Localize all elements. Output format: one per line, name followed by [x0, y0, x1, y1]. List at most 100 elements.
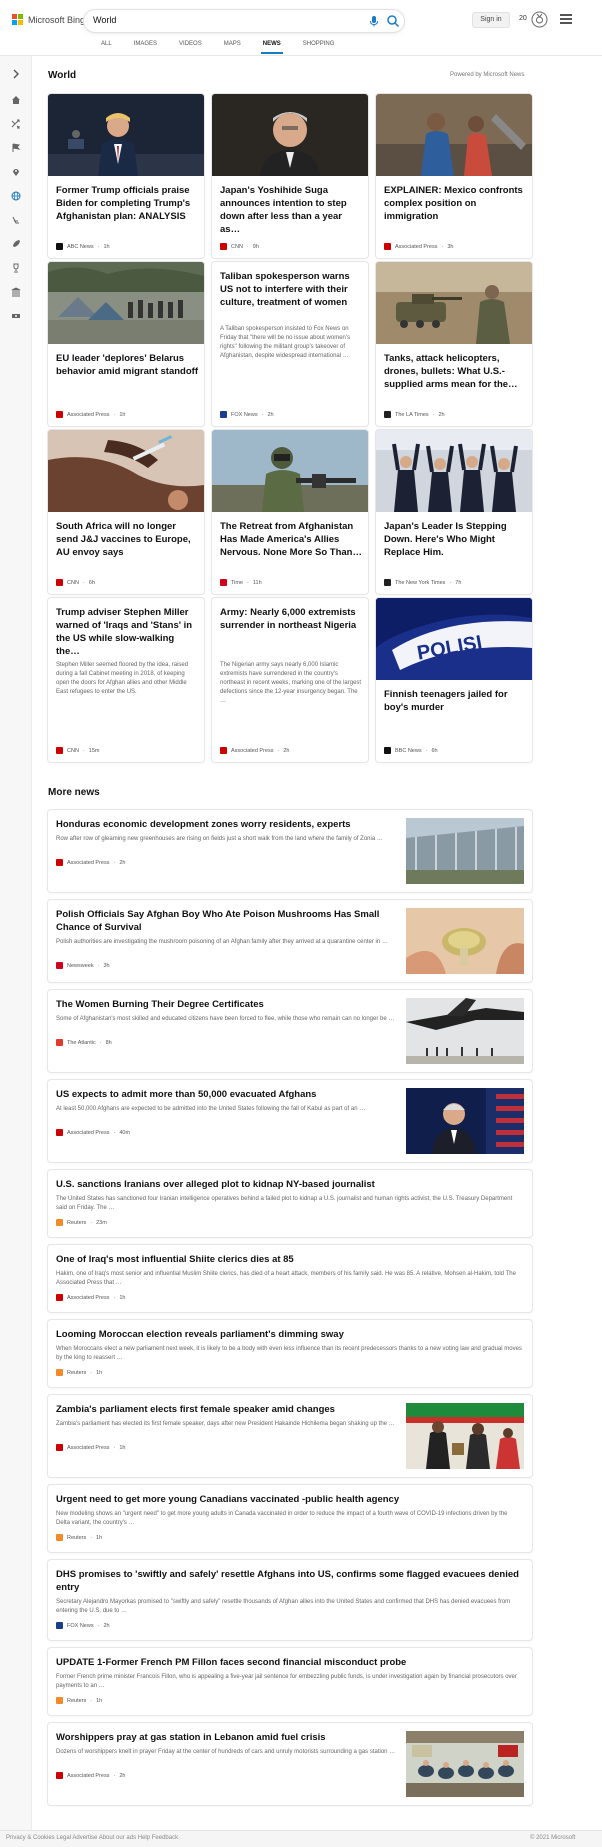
- home-icon[interactable]: [8, 92, 24, 108]
- news-card-source[interactable]: The LA Times · 2h: [384, 411, 445, 418]
- tab-all[interactable]: ALL: [90, 40, 123, 56]
- news-card-source[interactable]: Associated Press · 2h: [220, 747, 289, 754]
- news-card-title[interactable]: Tanks, attack helicopters, drones, bulle…: [384, 352, 526, 391]
- news-thumbnail[interactable]: [48, 262, 204, 344]
- news-card-title[interactable]: EU leader 'deplores' Belarus behavior am…: [56, 352, 198, 378]
- news-card-source[interactable]: Associated Press · 3h: [384, 243, 453, 250]
- money-icon[interactable]: [8, 308, 24, 324]
- news-card[interactable]: EU leader 'deplores' Belarus behavior am…: [48, 262, 204, 426]
- more-news-title-link[interactable]: Zambia's parliament elects first female …: [56, 1403, 396, 1416]
- flag-icon[interactable]: [8, 140, 24, 156]
- news-thumbnail[interactable]: [376, 262, 532, 344]
- more-news-source[interactable]: Newsweek · 3h: [56, 962, 110, 969]
- news-thumbnail[interactable]: [406, 998, 524, 1064]
- rewards-medal-icon[interactable]: [531, 11, 548, 28]
- more-news-item[interactable]: US expects to admit more than 50,000 eva…: [48, 1080, 532, 1162]
- news-thumbnail[interactable]: [406, 908, 524, 974]
- search-input[interactable]: World: [93, 15, 116, 25]
- more-news-item[interactable]: DHS promises to 'swiftly and safely' res…: [48, 1560, 532, 1640]
- globe-icon[interactable]: [8, 188, 24, 204]
- news-card[interactable]: The Retreat from Afghanistan Has Made Am…: [212, 430, 368, 594]
- news-thumbnail[interactable]: [406, 818, 524, 884]
- news-card-source[interactable]: ABC News · 1h: [56, 243, 110, 250]
- more-news-item[interactable]: One of Iraq's most influential Shiite cl…: [48, 1245, 532, 1312]
- location-icon[interactable]: [8, 164, 24, 180]
- bing-logo[interactable]: Microsoft Bing: [12, 14, 85, 25]
- shuffle-icon[interactable]: [8, 116, 24, 132]
- news-card-title[interactable]: Trump adviser Stephen Miller warned of '…: [56, 606, 198, 658]
- news-card-source[interactable]: BBC News · 6h: [384, 747, 438, 754]
- news-card-title[interactable]: Army: Nearly 6,000 extremists surrender …: [220, 606, 362, 632]
- more-news-source[interactable]: Associated Press · 40m: [56, 1129, 130, 1136]
- more-news-item[interactable]: Honduras economic development zones worr…: [48, 810, 532, 892]
- more-news-title-link[interactable]: DHS promises to 'swiftly and safely' res…: [56, 1568, 522, 1594]
- more-news-source[interactable]: The Atlantic · 8h: [56, 1039, 112, 1046]
- tab-shopping[interactable]: SHOPPING: [292, 40, 346, 56]
- more-news-title-link[interactable]: U.S. sanctions Iranians over alleged plo…: [56, 1178, 522, 1191]
- news-card[interactable]: South Africa will no longer send J&J vac…: [48, 430, 204, 594]
- news-thumbnail[interactable]: [376, 430, 532, 512]
- footer-links[interactable]: Privacy & Cookies Legal Advertise About …: [6, 1835, 178, 1841]
- news-thumbnail[interactable]: [406, 1731, 524, 1797]
- tab-maps[interactable]: MAPS: [213, 40, 252, 56]
- news-card-title[interactable]: Former Trump officials praise Biden for …: [56, 184, 198, 223]
- more-news-title-link[interactable]: Worshippers pray at gas station in Leban…: [56, 1731, 396, 1744]
- news-card[interactable]: Japan's Yoshihide Suga announces intenti…: [212, 94, 368, 258]
- news-thumbnail[interactable]: [212, 94, 368, 176]
- more-news-item[interactable]: Urgent need to get more young Canadians …: [48, 1485, 532, 1552]
- more-news-source[interactable]: Reuters · 1h: [56, 1697, 102, 1704]
- sign-in-button[interactable]: Sign in: [472, 12, 510, 28]
- news-thumbnail[interactable]: POLISI: [376, 598, 532, 680]
- more-news-title-link[interactable]: Polish Officials Say Afghan Boy Who Ate …: [56, 908, 396, 934]
- news-card-title[interactable]: EXPLAINER: Mexico confronts complex posi…: [384, 184, 526, 223]
- news-thumbnail[interactable]: [376, 94, 532, 176]
- news-card-source[interactable]: Time · 11h: [220, 579, 262, 586]
- news-card[interactable]: Army: Nearly 6,000 extremists surrender …: [212, 598, 368, 762]
- news-card[interactable]: Tanks, attack helicopters, drones, bulle…: [376, 262, 532, 426]
- news-thumbnail[interactable]: [48, 430, 204, 512]
- tab-videos[interactable]: VIDEOS: [168, 40, 213, 56]
- news-thumbnail[interactable]: [48, 94, 204, 176]
- microphone-icon[interactable]: [368, 15, 380, 27]
- news-card-source[interactable]: FOX News · 2h: [220, 411, 274, 418]
- news-card[interactable]: Taliban spokesperson warns US not to int…: [212, 262, 368, 426]
- news-card-title[interactable]: Taliban spokesperson warns US not to int…: [220, 270, 362, 309]
- more-news-title-link[interactable]: Honduras economic development zones worr…: [56, 818, 396, 831]
- more-news-item[interactable]: The Women Burning Their Degree Certifica…: [48, 990, 532, 1072]
- news-card-source[interactable]: CNN · 6h: [56, 579, 95, 586]
- powered-by-label[interactable]: Powered by Microsoft News: [450, 72, 524, 78]
- more-news-title-link[interactable]: US expects to admit more than 50,000 eva…: [56, 1088, 396, 1101]
- more-news-source[interactable]: Associated Press · 1h: [56, 1444, 125, 1451]
- more-news-item[interactable]: Zambia's parliament elects first female …: [48, 1395, 532, 1477]
- more-news-item[interactable]: UPDATE 1-Former French PM Fillon faces s…: [48, 1648, 532, 1715]
- rewards-points[interactable]: 20: [519, 15, 527, 22]
- news-card-source[interactable]: CNN · 9h: [220, 243, 259, 250]
- scale-icon[interactable]: [8, 212, 24, 228]
- news-thumbnail[interactable]: [212, 430, 368, 512]
- more-news-title-link[interactable]: Urgent need to get more young Canadians …: [56, 1493, 522, 1506]
- news-thumbnail[interactable]: [406, 1088, 524, 1154]
- news-card-title[interactable]: The Retreat from Afghanistan Has Made Am…: [220, 520, 362, 559]
- news-card[interactable]: POLISI Finnish teenagers jailed for boy's…: [376, 598, 532, 762]
- rocket-icon[interactable]: [8, 236, 24, 252]
- news-card-source[interactable]: Associated Press · 1h: [56, 411, 125, 418]
- more-news-title-link[interactable]: The Women Burning Their Degree Certifica…: [56, 998, 396, 1011]
- news-card[interactable]: EXPLAINER: Mexico confronts complex posi…: [376, 94, 532, 258]
- search-icon[interactable]: [386, 14, 400, 28]
- more-news-source[interactable]: Associated Press · 2h: [56, 1772, 125, 1779]
- chevron-right-icon[interactable]: [8, 66, 24, 82]
- more-news-source[interactable]: Reuters · 1h: [56, 1534, 102, 1541]
- news-thumbnail[interactable]: [406, 1403, 524, 1469]
- news-card-source[interactable]: CNN · 15m: [56, 747, 99, 754]
- landmark-icon[interactable]: [8, 284, 24, 300]
- more-news-title-link[interactable]: Looming Moroccan election reveals parlia…: [56, 1328, 522, 1341]
- more-news-item[interactable]: Polish Officials Say Afghan Boy Who Ate …: [48, 900, 532, 982]
- more-news-item[interactable]: Worshippers pray at gas station in Leban…: [48, 1723, 532, 1805]
- news-card[interactable]: Former Trump officials praise Biden for …: [48, 94, 204, 258]
- tab-news[interactable]: NEWS: [252, 40, 292, 56]
- search-box[interactable]: World: [84, 10, 404, 32]
- hamburger-menu-icon[interactable]: [560, 14, 572, 24]
- news-card-title[interactable]: Japan's Leader Is Stepping Down. Here's …: [384, 520, 526, 559]
- news-card-title[interactable]: Japan's Yoshihide Suga announces intenti…: [220, 184, 362, 236]
- news-card[interactable]: Trump adviser Stephen Miller warned of '…: [48, 598, 204, 762]
